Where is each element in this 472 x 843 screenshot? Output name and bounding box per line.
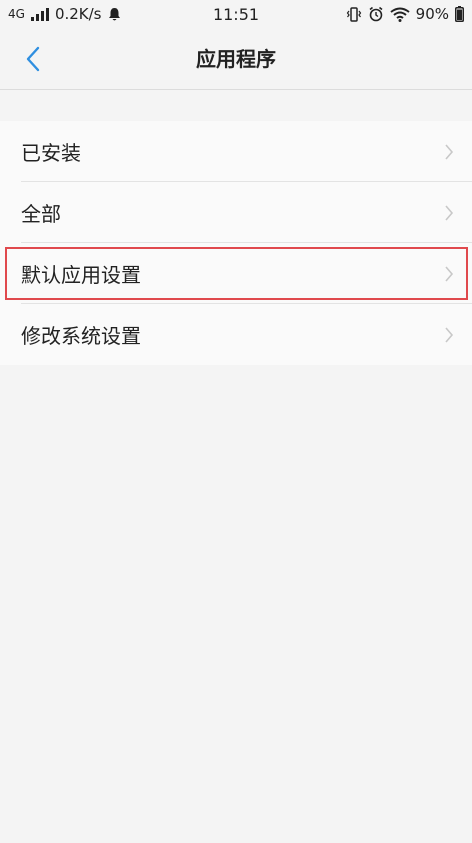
menu-item-default-apps[interactable]: 默认应用设置 [0,243,472,304]
status-bar: 4G 0.2K/s 11:51 90% [0,0,472,28]
menu-item-label: 已安装 [21,141,81,165]
header: 应用程序 [0,28,472,90]
menu-item-label: 全部 [21,202,61,226]
status-right: 90% [346,5,464,23]
status-left: 4G 0.2K/s [8,5,121,23]
wifi-icon [390,7,410,22]
network-type: 4G [8,7,25,21]
menu-item-label: 默认应用设置 [21,263,141,287]
network-speed: 0.2K/s [54,5,102,23]
page-title: 应用程序 [196,47,276,71]
menu-item-label: 修改系统设置 [21,324,141,348]
battery-icon [455,6,464,22]
menu-list: 已安装 全部 默认应用设置 修改系统设置 [0,121,472,365]
menu-item-modify-system-settings[interactable]: 修改系统设置 [0,304,472,365]
signal-icon [30,7,49,21]
battery-percent: 90% [415,5,449,23]
chevron-right-icon [445,143,454,160]
menu-item-all[interactable]: 全部 [0,182,472,243]
notification-icon [108,7,120,20]
vibrate-icon [346,6,361,22]
menu-item-installed[interactable]: 已安装 [0,121,472,182]
chevron-right-icon [445,326,454,343]
chevron-right-icon [445,265,454,282]
alarm-icon [369,6,383,22]
chevron-right-icon [445,204,454,221]
